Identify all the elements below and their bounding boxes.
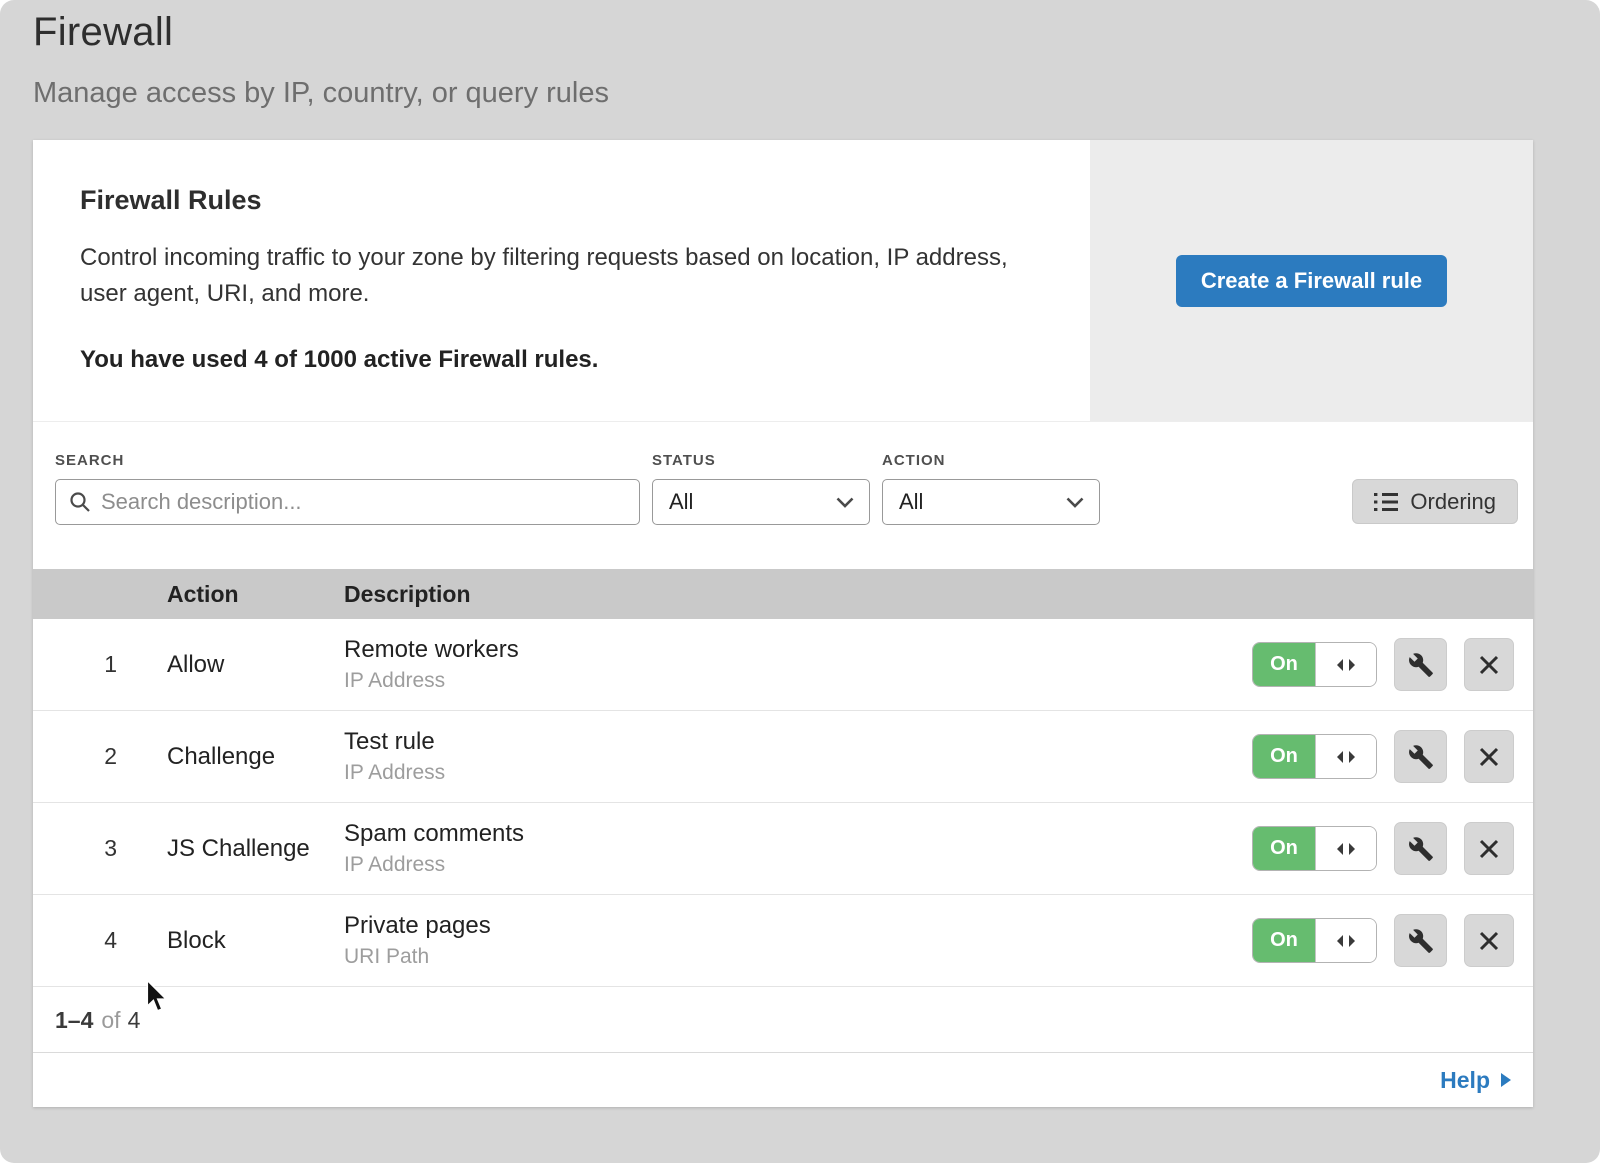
table-row: 1 Allow Remote workers IP Address On	[33, 619, 1533, 711]
ordering-label: Ordering	[1410, 489, 1496, 515]
rule-action: Block	[167, 927, 344, 955]
rule-description: Remote workers	[344, 636, 1233, 664]
search-filter: SEARCH	[55, 452, 640, 525]
rule-description: Spam comments	[344, 820, 1233, 848]
rule-priority: 4	[33, 927, 167, 954]
card-footer: Help	[33, 1053, 1533, 1107]
create-rule-panel: Create a Firewall rule	[1090, 140, 1533, 421]
delete-rule-button[interactable]	[1464, 638, 1514, 691]
table-header: Action Description	[33, 569, 1533, 619]
rule-controls: On	[1233, 638, 1533, 691]
action-filter: ACTION All	[882, 452, 1100, 525]
rule-description: Private pages	[344, 912, 1233, 940]
status-selected-value: All	[669, 489, 693, 515]
wrench-icon	[1408, 652, 1434, 678]
edit-rule-button[interactable]	[1394, 638, 1447, 691]
status-label: STATUS	[652, 452, 870, 469]
close-icon	[1478, 838, 1500, 860]
rule-priority: 3	[33, 835, 167, 862]
rule-controls: On	[1233, 822, 1533, 875]
rule-field-type: IP Address	[344, 669, 1233, 693]
rule-priority: 2	[33, 743, 167, 770]
firewall-rules-card: Firewall Rules Control incoming traffic …	[33, 140, 1533, 1107]
column-header-description: Description	[344, 581, 1233, 608]
list-icon	[1374, 492, 1398, 512]
pagination-of: of	[101, 1007, 120, 1033]
rule-description: Test rule	[344, 728, 1233, 756]
pagination: 1–4 of 4	[33, 987, 1533, 1053]
rule-enabled-toggle[interactable]: On	[1252, 734, 1377, 779]
toggle-on-label: On	[1253, 643, 1315, 686]
rule-enabled-toggle[interactable]: On	[1252, 918, 1377, 963]
page-header: Firewall Manage access by IP, country, o…	[0, 0, 1600, 110]
toggle-on-label: On	[1253, 735, 1315, 778]
delete-rule-button[interactable]	[1464, 822, 1514, 875]
create-firewall-rule-button[interactable]: Create a Firewall rule	[1176, 255, 1447, 307]
help-label: Help	[1440, 1067, 1490, 1094]
filters-bar: SEARCH STATUS All ACTION All	[33, 421, 1533, 569]
wrench-icon	[1408, 836, 1434, 862]
rule-enabled-toggle[interactable]: On	[1252, 642, 1377, 687]
toggle-on-label: On	[1253, 919, 1315, 962]
action-select[interactable]: All	[882, 479, 1100, 525]
chevron-down-icon	[1066, 497, 1084, 508]
toggle-handle[interactable]	[1315, 827, 1376, 870]
page-title: Firewall	[33, 10, 1567, 55]
table-row: 2 Challenge Test rule IP Address On	[33, 711, 1533, 803]
rule-field-type: IP Address	[344, 853, 1233, 877]
delete-rule-button[interactable]	[1464, 730, 1514, 783]
ordering-button[interactable]: Ordering	[1352, 479, 1518, 524]
left-right-arrows-icon	[1335, 658, 1357, 672]
rules-usage-text: You have used 4 of 1000 active Firewall …	[80, 346, 1030, 374]
table-row: 4 Block Private pages URI Path On	[33, 895, 1533, 987]
toggle-handle[interactable]	[1315, 735, 1376, 778]
status-filter: STATUS All	[652, 452, 870, 525]
intro-section: Firewall Rules Control incoming traffic …	[33, 140, 1533, 421]
action-label: ACTION	[882, 452, 1100, 469]
rule-action: Challenge	[167, 743, 344, 771]
edit-rule-button[interactable]	[1394, 914, 1447, 967]
rule-action: JS Challenge	[167, 835, 344, 863]
pagination-total: 4	[128, 1007, 141, 1033]
intro-heading: Firewall Rules	[80, 185, 1030, 216]
rule-enabled-toggle[interactable]: On	[1252, 826, 1377, 871]
left-right-arrows-icon	[1335, 750, 1357, 764]
wrench-icon	[1408, 928, 1434, 954]
intro-text-block: Firewall Rules Control incoming traffic …	[33, 140, 1090, 421]
search-label: SEARCH	[55, 452, 640, 469]
search-input[interactable]	[101, 489, 627, 515]
rule-field-type: IP Address	[344, 761, 1233, 785]
delete-rule-button[interactable]	[1464, 914, 1514, 967]
close-icon	[1478, 654, 1500, 676]
column-header-action: Action	[167, 581, 344, 608]
edit-rule-button[interactable]	[1394, 730, 1447, 783]
close-icon	[1478, 746, 1500, 768]
help-link[interactable]: Help	[1440, 1067, 1511, 1094]
status-select[interactable]: All	[652, 479, 870, 525]
table-row: 3 JS Challenge Spam comments IP Address …	[33, 803, 1533, 895]
search-icon	[68, 490, 92, 514]
left-right-arrows-icon	[1335, 842, 1357, 856]
search-input-wrap	[55, 479, 640, 525]
wrench-icon	[1408, 744, 1434, 770]
close-icon	[1478, 930, 1500, 952]
rule-priority: 1	[33, 651, 167, 678]
edit-rule-button[interactable]	[1394, 822, 1447, 875]
toggle-handle[interactable]	[1315, 643, 1376, 686]
page-subtitle: Manage access by IP, country, or query r…	[33, 77, 1567, 110]
rule-action: Allow	[167, 651, 344, 679]
arrow-right-icon	[1501, 1073, 1511, 1087]
toggle-handle[interactable]	[1315, 919, 1376, 962]
chevron-down-icon	[836, 497, 854, 508]
pagination-range: 1–4	[55, 1007, 93, 1033]
rule-controls: On	[1233, 730, 1533, 783]
rule-controls: On	[1233, 914, 1533, 967]
toggle-on-label: On	[1253, 827, 1315, 870]
firewall-page: Firewall Manage access by IP, country, o…	[0, 0, 1600, 1163]
rule-field-type: URI Path	[344, 945, 1233, 969]
action-selected-value: All	[899, 489, 923, 515]
intro-description: Control incoming traffic to your zone by…	[80, 240, 1030, 312]
left-right-arrows-icon	[1335, 934, 1357, 948]
